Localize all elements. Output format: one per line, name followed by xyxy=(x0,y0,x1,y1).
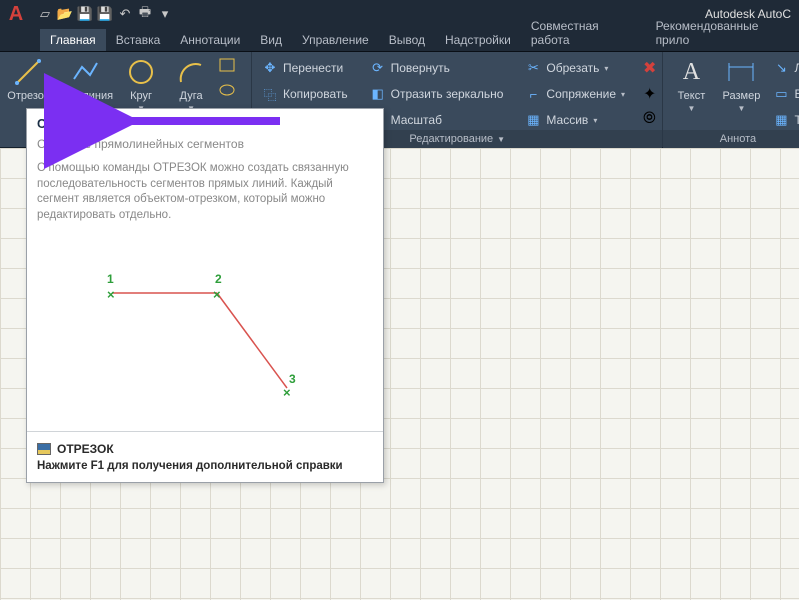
fillet-label: Сопряжение xyxy=(546,87,616,101)
rotate-button[interactable]: ⟳ Повернуть xyxy=(366,58,508,78)
undo-icon[interactable]: ↶ xyxy=(116,5,134,23)
polyline-icon xyxy=(69,56,101,88)
polyline-button[interactable]: Полилиния xyxy=(56,56,113,102)
plot-icon[interactable]: 🖶 xyxy=(136,5,154,23)
pt2-label: 2 xyxy=(215,272,222,286)
scale-label: Масштаб xyxy=(391,113,442,127)
arc-button[interactable]: Дуга ▼ xyxy=(169,56,213,113)
command-icon xyxy=(37,443,51,455)
tab-addins[interactable]: Надстройки xyxy=(435,29,521,51)
tab-output[interactable]: Вывод xyxy=(379,29,435,51)
tab-manage[interactable]: Управление xyxy=(292,29,379,51)
pt3-label: 3 xyxy=(289,372,296,386)
open-icon[interactable]: 📂 xyxy=(56,5,74,23)
qat-dropdown-icon[interactable]: ▾ xyxy=(156,5,174,23)
array-label: Массив xyxy=(546,113,588,127)
circle-button[interactable]: Круг ▼ xyxy=(119,56,163,113)
panel-annot-footer[interactable]: Аннота xyxy=(663,130,799,148)
arc-icon xyxy=(175,56,207,88)
chevron-down-icon: ▾ xyxy=(604,64,608,73)
trim-label: Обрезать xyxy=(546,61,599,75)
mirror-button[interactable]: ◧ Отразить зеркально xyxy=(366,84,508,104)
fillet-button[interactable]: ⌐ Сопряжение ▾ xyxy=(521,84,629,104)
ellipse-icon[interactable] xyxy=(219,83,235,102)
table-button[interactable]: ▦Таб xyxy=(769,110,799,130)
tooltip-diagram: 1 × 2 × 3 × xyxy=(37,233,373,423)
quick-access-toolbar: ▱ 📂 💾 💾 ↶ 🖶 ▾ xyxy=(36,5,174,23)
trim-icon: ✂ xyxy=(525,60,541,76)
table-icon: ▦ xyxy=(773,112,789,128)
tooltip-line: Отрезок Создание прямолинейных сегментов… xyxy=(26,108,384,483)
line-icon xyxy=(12,56,44,88)
array-icon: ▦ xyxy=(525,112,541,128)
line-annot-button[interactable]: ↘Ли xyxy=(769,58,799,78)
mirror-label: Отразить зеркально xyxy=(391,87,504,101)
explode-icon[interactable]: ✦ xyxy=(643,84,656,104)
fillet-icon: ⌐ xyxy=(525,86,541,102)
highlight-arrow xyxy=(110,108,290,134)
tooltip-help: Нажмите F1 для получения дополнительной … xyxy=(37,460,373,472)
circle-label: Круг xyxy=(130,90,152,102)
panel-edit-label: Редактирование xyxy=(409,133,493,145)
tab-collab[interactable]: Совместная работа xyxy=(521,15,646,51)
svg-text:×: × xyxy=(107,287,115,302)
select-icon: ▭ xyxy=(773,86,789,102)
save-icon[interactable]: 💾 xyxy=(76,5,94,23)
dimension-icon xyxy=(725,56,757,88)
chevron-down-icon: ▼ xyxy=(737,104,745,113)
offset-icon[interactable]: ⦾ xyxy=(643,110,656,128)
tab-home[interactable]: Главная xyxy=(40,29,106,51)
tab-annotate[interactable]: Аннотации xyxy=(170,29,250,51)
chevron-down-icon: ▾ xyxy=(593,116,597,125)
panel-annotation: A Текст ▼ Размер ▼ ↘Ли ▭Вы ▦Таб Аннота xyxy=(663,52,799,147)
circle-icon xyxy=(125,56,157,88)
rotate-icon: ⟳ xyxy=(370,60,386,76)
select-annot-button[interactable]: ▭Вы xyxy=(769,84,799,104)
line-label: Отрезок xyxy=(7,90,48,102)
move-label: Перенести xyxy=(283,61,343,75)
dimension-button[interactable]: Размер ▼ xyxy=(719,56,763,113)
trim-button[interactable]: ✂ Обрезать ▾ xyxy=(521,58,629,78)
mirror-icon: ◧ xyxy=(370,86,386,102)
tooltip-command: ОТРЕЗОК xyxy=(37,442,373,456)
saveas-icon[interactable]: 💾 xyxy=(96,5,114,23)
copy-label: Копировать xyxy=(283,87,348,101)
tooltip-subtitle: Создание прямолинейных сегментов xyxy=(27,133,383,159)
copy-button[interactable]: ⿻ Копировать xyxy=(258,84,352,104)
dimension-label: Размер xyxy=(723,90,761,102)
rect-icon[interactable] xyxy=(219,58,235,77)
text-label: Текст xyxy=(678,90,706,102)
chevron-down-icon: ▼ xyxy=(687,104,695,113)
arc-label: Дуга xyxy=(180,90,203,102)
chevron-down-icon: ▾ xyxy=(621,90,625,99)
text-button[interactable]: A Текст ▼ xyxy=(669,56,713,113)
copy-icon: ⿻ xyxy=(262,86,278,102)
scale-button[interactable]: ⤡Масштаб xyxy=(366,110,508,130)
text-icon: A xyxy=(675,56,707,88)
panel-annot-label: Аннота xyxy=(720,133,756,145)
polyline-label: Полилиния xyxy=(56,90,113,102)
move-button[interactable]: ✥ Перенести xyxy=(258,58,352,78)
tooltip-cmd-label: ОТРЕЗОК xyxy=(57,442,114,456)
tab-insert[interactable]: Вставка xyxy=(106,29,171,51)
erase-icon[interactable]: ✖ xyxy=(643,58,656,78)
leader-icon: ↘ xyxy=(773,60,789,76)
svg-text:×: × xyxy=(213,287,221,302)
line-button[interactable]: Отрезок xyxy=(6,56,50,102)
move-icon: ✥ xyxy=(262,60,278,76)
array-button[interactable]: ▦ Массив ▾ xyxy=(521,110,629,130)
tab-featured[interactable]: Рекомендованные прило xyxy=(646,15,799,51)
app-logo[interactable]: A xyxy=(4,2,28,26)
chevron-down-icon: ▼ xyxy=(497,135,505,144)
tab-view[interactable]: Вид xyxy=(250,29,292,51)
rotate-label: Повернуть xyxy=(391,61,450,75)
pt1-label: 1 xyxy=(107,272,114,286)
svg-text:×: × xyxy=(283,385,291,400)
tooltip-description: С помощью команды ОТРЕЗОК можно создать … xyxy=(27,159,383,233)
ribbon-tabs: Главная Вставка Аннотации Вид Управление… xyxy=(0,28,799,52)
new-icon[interactable]: ▱ xyxy=(36,5,54,23)
